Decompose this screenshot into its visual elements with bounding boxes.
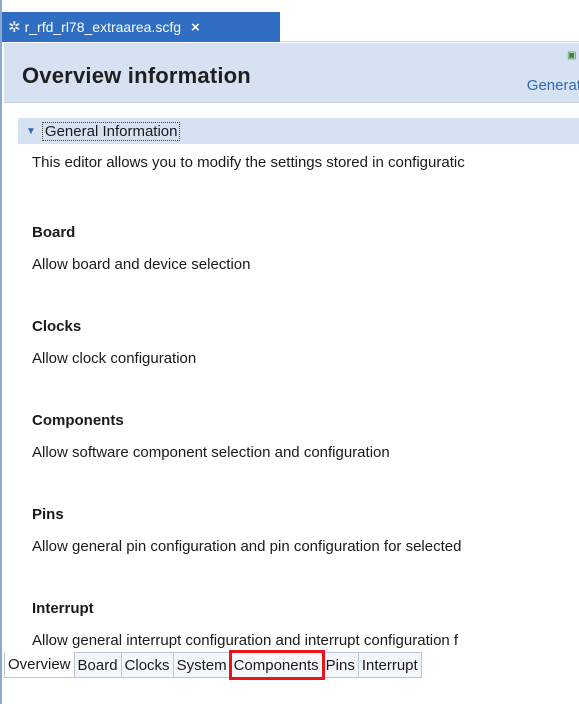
pins-description: Allow general pin configuration and pin … [32,538,462,555]
tab-overview[interactable]: Overview [4,652,75,678]
interrupt-heading: Interrupt [32,600,94,617]
components-info: Components Allow software component sele… [32,412,579,461]
tab-clocks[interactable]: Clocks [121,652,174,678]
interrupt-description: Allow general interrupt configuration an… [32,632,459,649]
clocks-heading: Clocks [32,318,82,335]
editor-page-tabs: Overview Board Clocks System Components … [4,650,422,680]
pins-info: Pins Allow general pin configuration and… [32,506,579,555]
section-title: General Information [41,121,181,141]
overview-content: This editor allows you to modify the set… [32,150,579,650]
components-heading: Components [32,412,124,429]
pins-heading: Pins [32,506,64,523]
editor-tab-bar: ✲ r_rfd_rl78_extraarea.scfg × [2,0,579,42]
generate-code-link[interactable]: Generat [527,77,579,94]
collapse-arrow-icon[interactable]: ▼ [26,126,36,137]
editor-frame: ✲ r_rfd_rl78_extraarea.scfg × Overview i… [0,0,579,704]
interrupt-info: Interrupt Allow general interrupt config… [32,600,579,649]
editor-tab[interactable]: ✲ r_rfd_rl78_extraarea.scfg × [2,12,280,42]
tab-board[interactable]: Board [74,652,122,678]
tab-interrupt[interactable]: Interrupt [358,652,422,678]
components-description: Allow software component selection and c… [32,444,390,461]
page-title: Overview information [22,63,251,88]
tab-components[interactable]: Components [228,650,325,680]
tab-pins[interactable]: Pins [322,652,359,678]
general-information-section-header[interactable]: ▼ General Information [18,118,579,144]
generate-code-icon[interactable]: ▣ [567,50,577,62]
editor-tab-title: r_rfd_rl78_extraarea.scfg [24,19,181,35]
board-description: Allow board and device selection [32,256,251,273]
board-info: Board Allow board and device selection [32,224,579,273]
close-icon[interactable]: × [191,19,200,36]
board-heading: Board [32,224,76,241]
tab-system[interactable]: System [173,652,231,678]
gear-icon: ✲ [8,18,21,36]
intro-text: This editor allows you to modify the set… [32,154,465,171]
clocks-description: Allow clock configuration [32,350,197,367]
clocks-info: Clocks Allow clock configuration [32,318,579,367]
page-header: Overview information ▣ Generat [4,43,579,103]
